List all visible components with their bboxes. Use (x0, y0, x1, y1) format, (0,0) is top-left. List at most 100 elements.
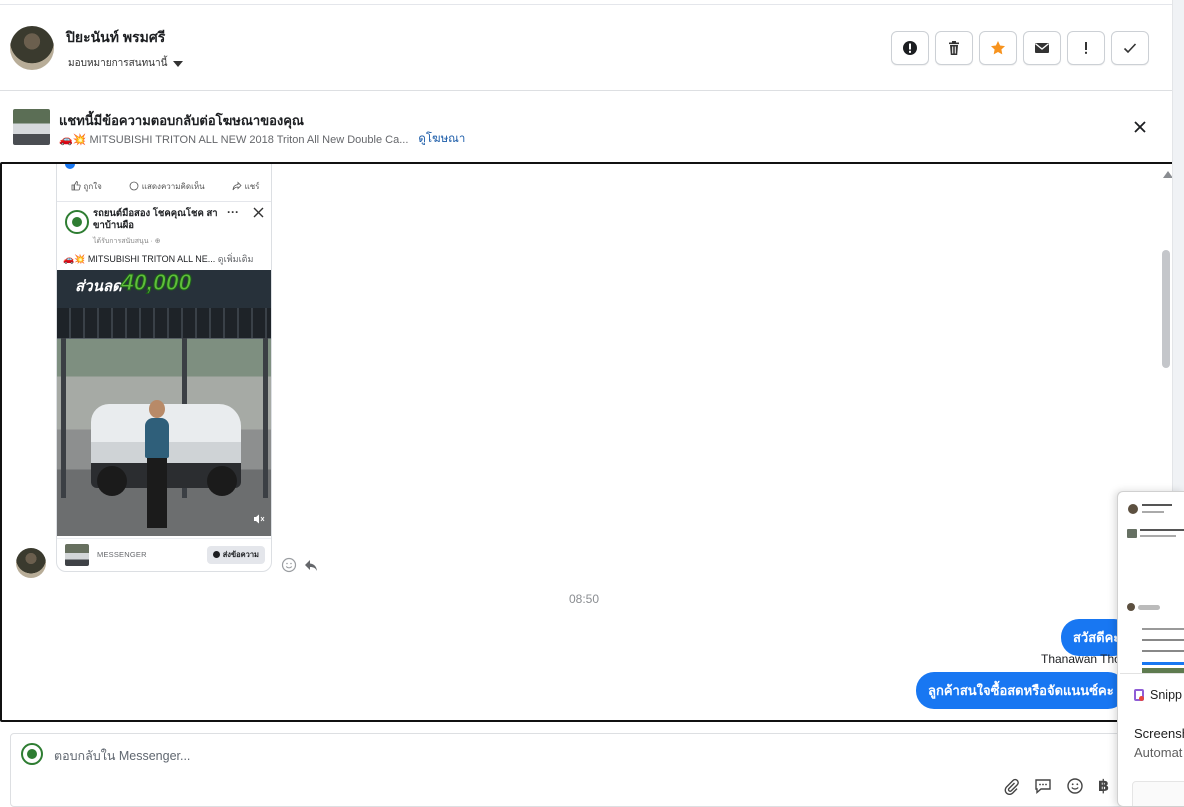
mini-text-line (1140, 529, 1184, 531)
presenter-body (145, 418, 169, 458)
ad-video-thumbnail[interactable]: ส่วนลด 40,000 (57, 270, 271, 536)
sale-text: ส่วนลด (75, 278, 122, 295)
sender-avatar[interactable] (16, 548, 46, 578)
ad-banner-title: แชทนี้มีข้อความตอบกลับต่อโฆษณาของคุณ (59, 113, 304, 128)
see-more-link[interactable]: ดูเพิ่มเติม (218, 254, 254, 264)
ad-card-footer: MESSENGER ส่งข้อความ (57, 538, 271, 570)
emoji-icon[interactable] (1066, 777, 1084, 795)
mini-text-line (1142, 639, 1184, 641)
truck-wheel (207, 466, 237, 496)
message-tools (281, 557, 319, 573)
like-action[interactable]: ถูกใจ (71, 180, 102, 193)
messenger-icon (212, 551, 220, 558)
mini-text-line (1142, 628, 1184, 630)
screenshot-preview[interactable] (1120, 494, 1184, 674)
done-button[interactable] (1111, 31, 1149, 65)
mini-avatar (1127, 603, 1135, 611)
close-icon[interactable] (1131, 118, 1149, 136)
emoji-react-icon[interactable] (281, 557, 297, 573)
post-caption: 🚗💥 MITSUBISHI TRITON ALL NE... ดูเพิ่มเต… (63, 252, 269, 266)
more-options-icon[interactable]: ··· (227, 205, 239, 219)
carport-roof (57, 308, 271, 338)
thumbs-up-icon (71, 181, 81, 191)
star-button[interactable] (979, 31, 1017, 65)
exclamation-icon (1085, 42, 1087, 54)
presenter-legs (147, 458, 167, 528)
mini-image (1142, 668, 1184, 673)
paperclip-icon[interactable] (1002, 777, 1020, 795)
footer-thumbnail (65, 543, 89, 566)
share-icon (232, 181, 242, 191)
post-caption-text: 🚗💥 MITSUBISHI TRITON ALL NE... (63, 254, 216, 264)
mute-icon[interactable] (253, 513, 265, 525)
page-logo (21, 743, 43, 765)
mini-text-line (1142, 511, 1164, 513)
envelope-icon (1035, 43, 1049, 53)
mini-blue-line (1142, 662, 1184, 665)
footer-label: MESSENGER (97, 550, 147, 559)
payment-currency-icon[interactable]: ฿ (1098, 776, 1109, 796)
snip-subtext: Automat (1134, 745, 1183, 760)
trash-icon (949, 41, 959, 55)
ad-thumbnail[interactable] (13, 109, 50, 145)
ad-banner-subtitle: 🚗💥 MITSUBISHI TRITON ALL NEW 2018 Triton… (59, 130, 465, 148)
checkmark-icon (1123, 43, 1137, 54)
post-meta: ได้รับการสนับสนุน · ⊕ (93, 238, 161, 245)
assign-conversation-dropdown[interactable]: มอบหมายการสนทนานี้ (68, 56, 184, 71)
carport-pillar (61, 338, 66, 498)
ad-text-content: MITSUBISHI TRITON ALL NEW 2018 Triton Al… (89, 133, 409, 146)
comment-label: แสดงความคิดเห็น (141, 181, 205, 191)
mini-text-line (1142, 650, 1184, 652)
ad-reply-banner: แชทนี้มีข้อความตอบกลับต่อโฆษณาของคุณ 🚗💥 … (0, 92, 1172, 162)
comment-icon (129, 181, 139, 191)
important-button[interactable] (1067, 31, 1105, 65)
delete-button[interactable] (935, 31, 973, 65)
message-timestamp: 08:50 (568, 592, 600, 606)
mini-text-line (1140, 535, 1176, 537)
ad-preview-card[interactable]: ถูกใจ แสดงความคิดเห็น แชร์ รถยนต์มือสอง … (56, 164, 272, 572)
mini-avatar (1128, 504, 1138, 514)
send-message-button[interactable]: ส่งข้อความ (206, 545, 265, 564)
ad-emoji: 🚗💥 (59, 133, 87, 146)
message-thread[interactable]: ถูกใจ แสดงความคิดเห็น แชร์ รถยนต์มือสอง … (0, 162, 1174, 722)
sender-name: Thanawan Tho (1041, 652, 1121, 666)
scroll-thumb[interactable] (1162, 250, 1170, 368)
comment-action[interactable]: แสดงความคิดเห็น (129, 180, 205, 193)
reply-icon[interactable] (303, 557, 319, 573)
carport-pillar (263, 338, 268, 498)
presenter-head (149, 400, 165, 418)
sponsored-post[interactable]: รถยนต์มือสอง โชคคุณโชค สาขาบ้านผือ ได้รั… (57, 201, 271, 570)
send-message-label: ส่งข้อความ (222, 549, 259, 559)
assign-label: มอบหมายการสนทนานี้ (68, 58, 168, 69)
mark-unread-button[interactable] (1023, 31, 1061, 65)
page-logo (65, 210, 89, 234)
mini-thumb (1127, 529, 1137, 538)
star-icon (991, 41, 1005, 55)
close-icon[interactable] (253, 207, 264, 218)
share-action[interactable]: แชร์ (232, 180, 259, 193)
contact-avatar[interactable] (10, 26, 54, 70)
mark-spam-button[interactable] (891, 31, 929, 65)
snipping-tool-notification[interactable]: Snipp Screensh Automat (1117, 491, 1184, 807)
reply-input[interactable] (54, 747, 954, 765)
snip-action-area[interactable] (1132, 781, 1184, 806)
sale-amount: 40,000 (120, 270, 192, 296)
mini-bubble (1138, 605, 1160, 610)
post-page-name[interactable]: รถยนต์มือสอง โชคคุณโชค สาขาบ้านผือ (93, 208, 223, 232)
view-ad-link[interactable]: ดูโฆษณา (418, 130, 465, 148)
snip-app-title: Snipp (1134, 688, 1182, 702)
conversation-header: ปิยะนันท์ พรมศรี มอบหมายการสนทนานี้ (0, 5, 1172, 91)
ad-text: 🚗💥 MITSUBISHI TRITON ALL NEW 2018 Triton… (59, 133, 408, 146)
snipping-tool-logo-icon (1134, 689, 1144, 701)
snip-heading: Screensh (1134, 726, 1184, 741)
snip-app-name: Snipp (1150, 688, 1182, 702)
outgoing-message[interactable]: ลูกค้าสนใจซื้อสดหรือจัดแนนซ์คะ (916, 672, 1126, 709)
caret-down-icon (173, 60, 184, 67)
saved-reply-icon[interactable] (1034, 777, 1052, 795)
like-label: ถูกใจ (83, 181, 102, 191)
contact-name[interactable]: ปิยะนันท์ พรมศรี (66, 27, 165, 49)
post-reactions-bar: ถูกใจ แสดงความคิดเห็น แชร์ (57, 175, 271, 197)
header-actions (891, 31, 1149, 65)
alert-circle-icon (903, 41, 917, 55)
facebook-badge-icon (65, 164, 75, 169)
